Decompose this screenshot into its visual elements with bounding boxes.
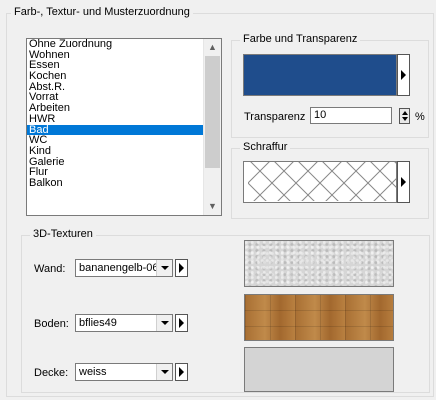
- list-item[interactable]: HWR: [27, 113, 203, 125]
- spinner-up-icon[interactable]: [402, 111, 408, 115]
- list-item[interactable]: Balkon: [27, 178, 203, 189]
- cross-hatch-pattern: [248, 162, 396, 201]
- list-item[interactable]: Bad: [27, 124, 203, 136]
- hatch-preview[interactable]: [243, 161, 397, 203]
- list-item[interactable]: Galerie: [27, 156, 203, 168]
- triangle-right-icon: [401, 70, 406, 80]
- ceiling-texture-select[interactable]: weiss: [75, 363, 173, 381]
- scroll-up-icon[interactable]: ▲: [204, 39, 221, 56]
- color-select-button[interactable]: [397, 54, 410, 96]
- chevron-down-icon[interactable]: [156, 364, 172, 380]
- 3d-textures-group-title: 3D-Texturen: [30, 228, 96, 240]
- floor-texture-preview: [244, 294, 394, 341]
- chevron-down-icon[interactable]: [156, 260, 172, 276]
- chevron-down-icon[interactable]: [156, 315, 172, 331]
- floor-label: Boden:: [34, 318, 69, 330]
- wall-texture-button[interactable]: [175, 259, 188, 277]
- scrollbar-thumb[interactable]: [205, 56, 220, 168]
- transparency-label: Transparenz: [244, 111, 306, 123]
- ceiling-label: Decke:: [34, 367, 69, 379]
- triangle-right-icon: [179, 318, 184, 328]
- wall-label: Wand:: [34, 263, 66, 275]
- room-list-items: Ohne Zuordnung Wohnen Essen Kochen Abst.R. Vo…: [27, 39, 203, 189]
- percent-unit: %: [415, 111, 425, 123]
- room-list-scrollbar[interactable]: ▲ ▼: [203, 39, 221, 215]
- ceiling-texture-value: weiss: [79, 366, 107, 378]
- color-transparency-group-title: Farbe und Transparenz: [240, 33, 361, 45]
- hatch-group-title: Schraffur: [240, 141, 291, 153]
- room-list[interactable]: Ohne Zuordnung Wohnen Essen Kochen Abst.R. Vo…: [26, 38, 222, 216]
- floor-texture-select[interactable]: bflies49: [75, 314, 173, 332]
- up-down-spinner-icon[interactable]: [399, 108, 410, 124]
- color-swatch[interactable]: [243, 54, 397, 96]
- wall-texture-preview: [244, 240, 394, 287]
- floor-texture-button[interactable]: [175, 314, 188, 332]
- floor-texture-value: bflies49: [79, 317, 117, 329]
- wall-texture-select[interactable]: bananengelb-06: [75, 259, 173, 277]
- list-item[interactable]: WC: [27, 135, 203, 146]
- color-texture-pattern-group-title: Farb-, Textur- und Musterzuordnung: [11, 6, 193, 18]
- spinner-down-icon[interactable]: [402, 117, 408, 121]
- ceiling-texture-preview: [244, 347, 394, 392]
- wall-texture-value: bananengelb-06: [79, 262, 159, 274]
- triangle-right-icon: [401, 177, 406, 187]
- triangle-right-icon: [179, 263, 184, 273]
- list-item[interactable]: Kind: [27, 146, 203, 157]
- transparency-input[interactable]: 10: [310, 107, 392, 124]
- scroll-down-icon[interactable]: ▼: [204, 198, 221, 215]
- ceiling-texture-button[interactable]: [175, 363, 188, 381]
- triangle-right-icon: [179, 367, 184, 377]
- hatch-select-button[interactable]: [397, 161, 410, 203]
